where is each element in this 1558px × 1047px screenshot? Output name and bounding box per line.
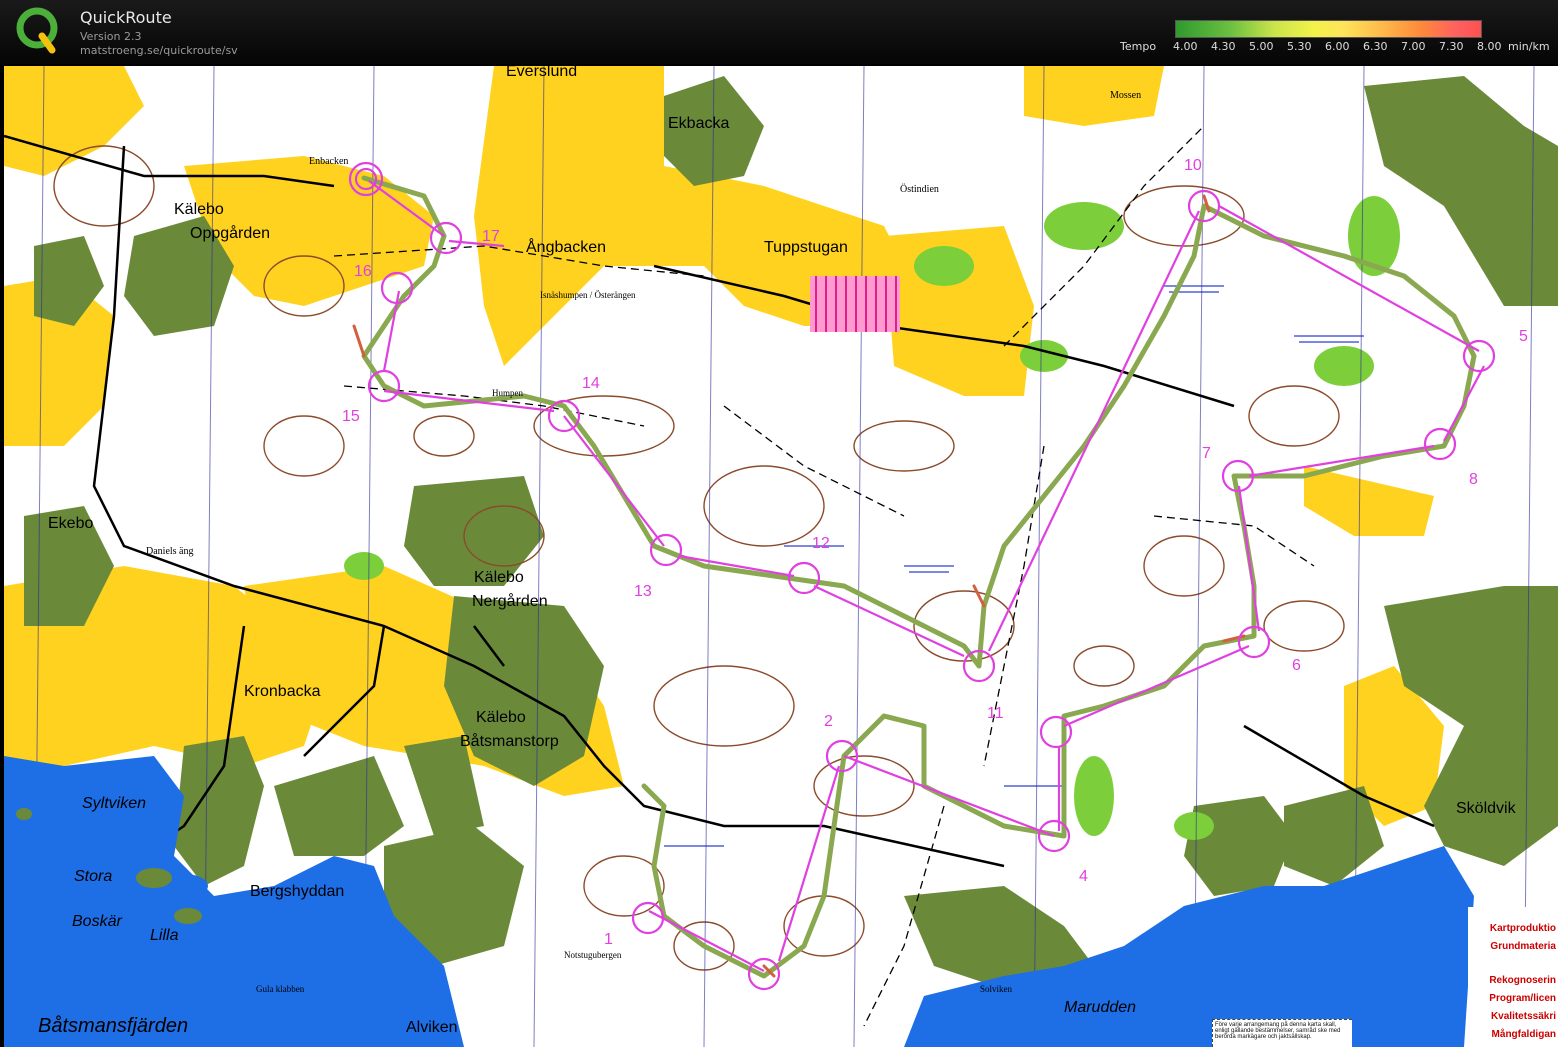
- place-label: Östindien: [900, 183, 939, 195]
- control-number: 11: [987, 705, 1004, 722]
- place-label: Everslund: [506, 66, 577, 80]
- control-number: 17: [482, 228, 500, 245]
- control-number: 8: [1469, 471, 1478, 488]
- control-number: 10: [1184, 157, 1202, 174]
- orienteering-map[interactable]: 1 2 4 5 6 7 8 10 11 12 13 14 15 16 17 Ev…: [4, 66, 1558, 1047]
- place-label: Sköldvik: [1456, 800, 1517, 817]
- place-label: Ångbacken: [526, 237, 606, 256]
- app-title: QuickRoute: [80, 8, 172, 27]
- quickroute-logo-icon: [16, 7, 58, 54]
- water-label: Syltviken: [82, 795, 146, 812]
- water-label: Lilla: [150, 927, 179, 944]
- place-label: Oppgården: [190, 224, 270, 242]
- control-number: 7: [1202, 445, 1211, 462]
- place-label: Ekbacka: [668, 115, 729, 132]
- info-line: Rekognoserin: [1489, 975, 1556, 986]
- landowner-note: Före varje arrangemang på denna karta sk…: [1212, 1019, 1352, 1047]
- tempo-tick: 5.30: [1287, 40, 1312, 53]
- place-label: Gula klabben: [256, 984, 305, 994]
- app-version: Version 2.3: [80, 30, 142, 43]
- place-label: Mossen: [1110, 90, 1141, 101]
- info-line: Mångfaldigan: [1491, 1029, 1556, 1040]
- tempo-tick: 4.00: [1173, 40, 1198, 53]
- control-number: 2: [824, 713, 833, 730]
- water-label: Båtsmansfjärden: [38, 1015, 188, 1037]
- tempo-tick: 8.00: [1477, 40, 1502, 53]
- info-line: Grundmateria: [1490, 941, 1556, 952]
- place-label: Kälebo: [174, 201, 224, 218]
- control-number: 15: [342, 408, 360, 425]
- tempo-legend: Tempo 4.00 4.30 5.00 5.30 6.00 6.30 7.00…: [1115, 18, 1555, 58]
- map-canvas[interactable]: 1 2 4 5 6 7 8 10 11 12 13 14 15 16 17 Ev…: [4, 66, 1558, 1047]
- info-line: Kvalitetssäkri: [1490, 1011, 1556, 1022]
- place-label: Daniels äng: [146, 546, 194, 557]
- place-label: Bergshyddan: [250, 883, 344, 900]
- cultivated-field: [810, 276, 900, 332]
- control-number: 12: [812, 535, 830, 552]
- water-label: Boskär: [72, 913, 122, 930]
- app-url[interactable]: matstroeng.se/quickroute/sv: [80, 44, 238, 57]
- control-number: 6: [1292, 657, 1301, 674]
- water-label: Stora: [74, 868, 112, 885]
- place-label: Notstugubergen: [564, 950, 622, 960]
- control-number: 13: [634, 583, 652, 600]
- place-label: Marudden: [1064, 999, 1136, 1016]
- place-label: Isnäshumpen / Österängen: [540, 290, 636, 300]
- tempo-label: Tempo: [1120, 40, 1157, 53]
- place-label: Tuppstugan: [764, 239, 848, 256]
- control-number: 1: [604, 931, 613, 948]
- place-label: Kälebo: [474, 569, 524, 586]
- tempo-tick: 7.00: [1401, 40, 1426, 53]
- place-label: Solviken: [980, 984, 1013, 994]
- control-number: 14: [582, 375, 600, 392]
- tempo-tick: 6.00: [1325, 40, 1350, 53]
- place-label: Ekebo: [48, 515, 93, 532]
- place-label: Nergården: [472, 592, 548, 610]
- control-number: 5: [1519, 328, 1528, 345]
- map-info-box: Kartproduktio Grundmateria Rekognoserin …: [1468, 907, 1558, 1047]
- place-label: Humpen: [492, 388, 523, 398]
- control-number: 16: [354, 263, 372, 280]
- tempo-tick: 4.30: [1211, 40, 1236, 53]
- tempo-tick: 5.00: [1249, 40, 1274, 53]
- place-label: Båtsmanstorp: [460, 732, 559, 750]
- tempo-unit: min/km: [1508, 40, 1550, 53]
- place-label: Kronbacka: [244, 683, 321, 700]
- place-label: Kälebo: [476, 709, 526, 726]
- control-number: 4: [1079, 868, 1088, 885]
- info-line: Kartproduktio: [1489, 923, 1556, 934]
- place-label: Alviken: [406, 1019, 458, 1036]
- place-label: Enbacken: [309, 156, 348, 167]
- info-line: Program/licen: [1489, 993, 1556, 1004]
- tempo-tick: 7.30: [1439, 40, 1464, 53]
- tempo-color-scale: [1175, 20, 1482, 38]
- app-header: QuickRoute Version 2.3 matstroeng.se/qui…: [0, 0, 1558, 64]
- tempo-tick: 6.30: [1363, 40, 1388, 53]
